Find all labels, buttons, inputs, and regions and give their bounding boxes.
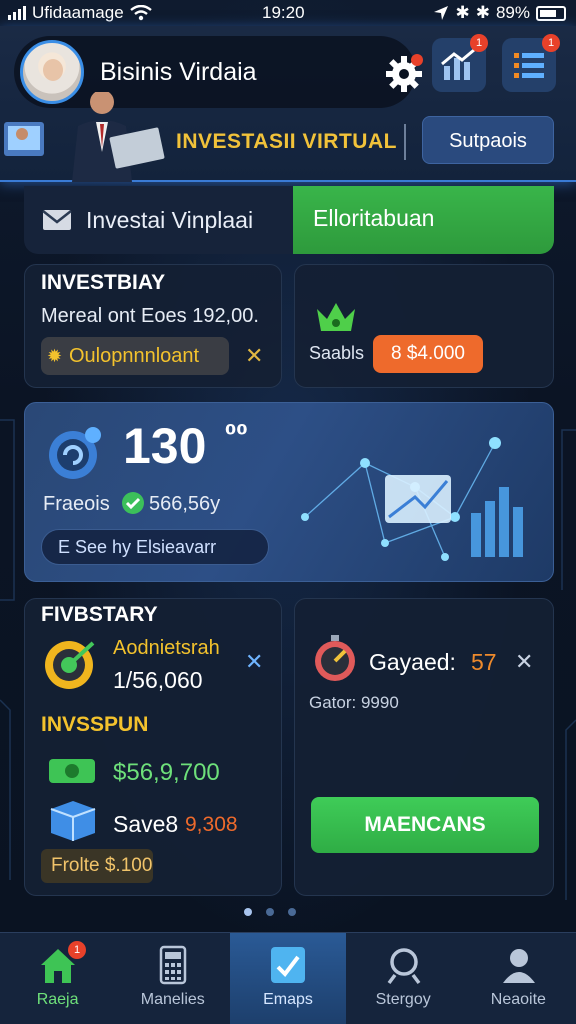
profile-name: Bisinis Virdaia	[100, 58, 257, 86]
fivestar-subtitle: INVSSPUN	[41, 713, 149, 736]
wifi-icon	[129, 5, 152, 21]
fivestar-pill[interactable]: Frolte $.100	[41, 849, 153, 883]
timer-gauge-icon	[315, 635, 355, 681]
stats-button[interactable]: 1	[432, 34, 488, 92]
nav-item-emaps[interactable]: Emaps	[230, 933, 346, 1024]
save-value: 9,308	[185, 813, 238, 836]
sales-value-pill[interactable]: 8 $4.000	[373, 335, 483, 373]
close-icon[interactable]: ✕	[245, 343, 263, 369]
nav-item-manelies[interactable]: Manelies	[115, 933, 230, 1024]
stats-badge: 1	[470, 34, 488, 52]
calculator-icon	[159, 945, 187, 985]
refresh-clock-icon	[49, 427, 101, 479]
gear-icon[interactable]	[384, 54, 424, 94]
user-icon	[502, 949, 535, 983]
invest-card[interactable]: INVESTBIAY Mereal ont Eoes 192,00. ✹ Oul…	[24, 264, 282, 388]
gayaed-value: 57	[471, 649, 497, 675]
sales-card[interactable]: Saabls 8 $4.000	[294, 264, 554, 388]
tab-bar: Investai Vinplaai Elloritabuan	[24, 186, 554, 254]
invest-card-line: Mereal ont Eoes 192,00.	[41, 305, 259, 327]
network-chart-illustration	[301, 437, 523, 561]
bluetooth-icon-2: ✱	[475, 3, 490, 22]
gayaed-label: Gayaed:	[369, 649, 456, 675]
fivestar-title: FIVBSTARY	[41, 603, 158, 626]
invest-card-title: INVESTBIAY	[41, 271, 166, 294]
profit-value: 566,56y	[149, 493, 221, 515]
nav-label: Raeja	[36, 991, 79, 1008]
tab-invest[interactable]: Investai Vinplaai	[24, 186, 292, 254]
home-badge: 1	[68, 941, 86, 959]
carrier-name: Ufidaamage	[32, 3, 124, 22]
page-dot-1[interactable]	[244, 908, 252, 916]
nav-label: Manelies	[140, 991, 205, 1008]
nav-label: Stergoy	[375, 991, 431, 1008]
hero-value: 130	[123, 418, 207, 474]
check-icon	[122, 492, 144, 514]
mail-icon	[42, 210, 72, 230]
battery-percent: 89%	[495, 3, 530, 22]
menu-badge: 1	[542, 34, 560, 52]
gayaed-card[interactable]: Gayaed: 57 ✕ Gator: 9990 MAENCANS	[294, 598, 554, 896]
save-label: Save8	[113, 811, 179, 837]
fivestar-card[interactable]: FIVBSTARY Aodnietsrah 1/56,060 ✕ INVSSPU…	[24, 598, 282, 896]
sales-label: Saabls	[309, 343, 365, 363]
nav-item-neaoite[interactable]: Neaoite	[461, 933, 576, 1024]
close-icon[interactable]: ✕	[515, 649, 533, 675]
tab-invest-label: Investai Vinplaai	[86, 206, 254, 233]
maencans-button[interactable]: MAENCANS	[311, 797, 539, 853]
fivestar-item-label: Aodnietsrah	[113, 637, 220, 659]
package-icon	[50, 801, 96, 841]
status-bar: Ufidaamage 19:20 ✱ ✱ 89%	[0, 0, 576, 26]
promo-divider	[404, 124, 406, 160]
businessman-illustration	[4, 92, 165, 182]
nav-label: Neaoite	[490, 991, 546, 1008]
bluetooth-icon: ✱	[455, 3, 470, 22]
search-icon	[387, 948, 420, 985]
close-icon[interactable]: ✕	[245, 649, 263, 675]
promo-button[interactable]: Sutpaois	[422, 116, 554, 164]
hero-value-suffix: ⁰⁰	[225, 419, 248, 449]
fivestar-item-value: 1/56,060	[113, 667, 203, 693]
header: Bisinis Virdaia 1 1 INVESTASII VIRTUAL S…	[0, 26, 576, 182]
promo-title: INVESTASII VIRTUAL	[176, 130, 397, 153]
page-indicator[interactable]	[244, 908, 296, 916]
nav-label: Emaps	[263, 991, 313, 1008]
hero-see-button[interactable]: E See hy Elsieavarr	[41, 529, 269, 565]
star-badge-icon: ✹	[47, 346, 63, 366]
checklist-icon	[271, 947, 306, 983]
gayaed-sub: Gator: 9990	[309, 693, 399, 712]
page-dot-3[interactable]	[288, 908, 296, 916]
fivestar-money-value: $56,9,700	[113, 759, 220, 786]
hero-card[interactable]: 130 ⁰⁰ Fraeois 566,56y E See hy Elsieava…	[24, 402, 554, 582]
signal-icon	[8, 6, 26, 20]
tab-elloritabuan[interactable]: Elloritabuan	[293, 186, 554, 254]
menu-button[interactable]: 1	[502, 34, 560, 92]
invest-card-pill-label: Oulopnnnloant	[69, 345, 200, 367]
invest-card-pill[interactable]: ✹ Oulopnnnloant	[41, 337, 229, 375]
page-dot-2[interactable]	[266, 908, 274, 916]
money-stack-icon	[49, 759, 95, 783]
nav-item-stergoy[interactable]: Stergoy	[346, 933, 461, 1024]
clock: 19:20	[262, 3, 305, 22]
target-coin-icon	[45, 641, 95, 689]
profit-label: Fraeois	[43, 493, 110, 515]
nav-item-raeja[interactable]: 1 Raeja	[0, 933, 115, 1024]
location-icon	[434, 6, 449, 20]
crown-icon	[317, 303, 355, 331]
bottom-nav: 1 Raeja Manelies Emaps Stergoy Neaoite	[0, 932, 576, 1024]
battery-icon	[536, 5, 566, 21]
